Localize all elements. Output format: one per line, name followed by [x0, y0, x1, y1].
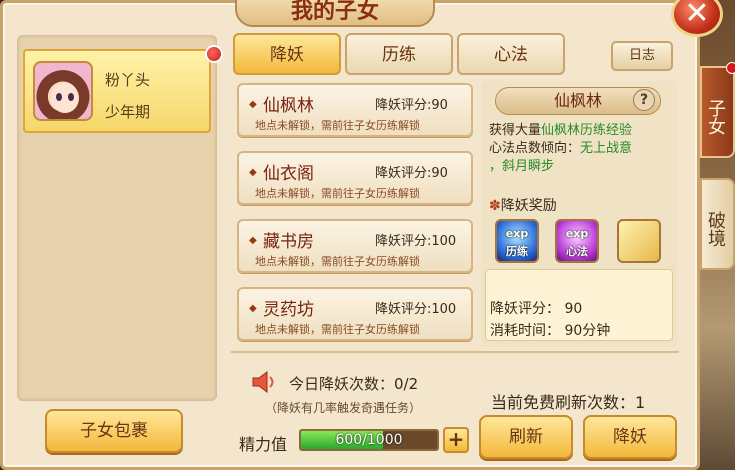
- tab-training[interactable]: 历练: [345, 33, 453, 75]
- desc-prefix: 获得大量: [489, 123, 542, 138]
- detail-stats: 降妖评分： 90 消耗时间： 90分钟: [485, 269, 673, 341]
- diamond-icon: ◆: [249, 235, 257, 246]
- location-detail: 仙枫林 ? 获得大量仙枫林历练经验 心法点数倾向：无上战意 ，斜月瞬步 ✽降妖奖…: [481, 81, 677, 347]
- reward-heading: ✽降妖奖励: [489, 195, 557, 215]
- diamond-icon: ◆: [249, 167, 257, 178]
- child-name: 粉丫头: [105, 71, 151, 89]
- avatar-eye-icon: [68, 93, 74, 101]
- notification-dot-icon: [726, 62, 735, 74]
- reward-label: 历练: [506, 245, 528, 258]
- location-name: 灵药坊: [263, 300, 314, 320]
- detail-description: 获得大量仙枫林历练经验: [489, 119, 632, 138]
- avatar-eye-icon: [56, 93, 62, 101]
- diamond-icon: ◆: [249, 303, 257, 314]
- avatar: [33, 61, 93, 121]
- notification-dot-icon: [205, 45, 223, 63]
- reward-exp-label: exp: [505, 227, 529, 240]
- diamond-icon: ◆: [249, 99, 257, 110]
- location-hint: 地点未解锁，需前往子女历练解锁: [255, 119, 420, 132]
- free-refresh-count: 当前免费刷新次数：1: [491, 393, 646, 412]
- reward-puzzle-piece-icon[interactable]: [617, 219, 661, 263]
- detail-tendency: 心法点数倾向：无上战意: [489, 137, 632, 156]
- log-button[interactable]: 日志: [611, 41, 673, 71]
- energy-label: 精力值: [239, 435, 288, 454]
- location-item[interactable]: ◆ 藏书房 降妖评分:100 地点未解锁，需前往子女历练解锁: [237, 219, 473, 273]
- time-cost: 消耗时间： 90分钟: [490, 323, 611, 339]
- tab-subdue[interactable]: 降妖: [233, 33, 341, 75]
- refresh-button[interactable]: 刷新: [479, 415, 573, 459]
- location-hint: 地点未解锁，需前往子女历练解锁: [255, 323, 420, 336]
- reward-exp-label: exp: [565, 227, 589, 240]
- tab-mental-method[interactable]: 心法: [457, 33, 565, 75]
- tendency-prefix: 心法点数倾向：: [489, 141, 581, 156]
- add-energy-button[interactable]: +: [443, 427, 469, 453]
- reward-training-exp-icon[interactable]: exp 历练: [495, 219, 539, 263]
- tendency-continued: ，斜月瞬步: [489, 159, 555, 174]
- location-name: 藏书房: [263, 232, 314, 252]
- reward-mental-exp-icon[interactable]: exp 心法: [555, 219, 599, 263]
- tendency-highlight: 无上战意: [580, 141, 633, 156]
- daily-note: （降妖有几率触发奇遇任务）: [265, 401, 422, 415]
- location-score: 降妖评分:90: [375, 166, 448, 181]
- location-item[interactable]: ◆ 仙枫林 降妖评分:90 地点未解锁，需前往子女历练解锁: [237, 83, 473, 137]
- energy-value: 600/1000: [335, 432, 403, 448]
- location-name: 仙衣阁: [263, 164, 314, 184]
- child-bag-button[interactable]: 子女包裹: [45, 409, 183, 453]
- child-stage: 少年期: [105, 103, 151, 121]
- divider: [231, 351, 679, 353]
- help-icon[interactable]: ?: [633, 89, 655, 111]
- location-hint: 地点未解锁，需前往子女历练解锁: [255, 255, 420, 268]
- location-item[interactable]: ◆ 灵药坊 降妖评分:100 地点未解锁，需前往子女历练解锁: [237, 287, 473, 341]
- energy-bar: 600/1000: [299, 429, 439, 451]
- child-list: 粉丫头 少年期: [17, 35, 223, 401]
- location-score: 降妖评分:100: [375, 302, 457, 317]
- speaker-icon: [252, 371, 274, 393]
- flower-icon: ✽: [489, 198, 501, 214]
- location-item[interactable]: ◆ 仙衣阁 降妖评分:90 地点未解锁，需前往子女历练解锁: [237, 151, 473, 205]
- desc-highlight: 仙枫林历练经验: [541, 123, 633, 138]
- location-score: 降妖评分:100: [375, 234, 457, 249]
- page-title: 我的子女: [235, 0, 435, 27]
- subdue-button[interactable]: 降妖: [583, 415, 677, 459]
- side-tab-breakthrough[interactable]: 破境: [700, 178, 735, 270]
- subdue-score: 降妖评分： 90: [490, 301, 583, 317]
- location-name: 仙枫林: [263, 96, 314, 116]
- main-panel: 我的子女 ✕ 粉丫头 少年期 子女包裹 降妖 历练 心法 日志 ◆ 仙枫林 降妖…: [0, 0, 723, 470]
- side-tab-children[interactable]: 子女: [700, 66, 735, 158]
- reward-heading-label: 降妖奖励: [500, 198, 557, 214]
- location-score: 降妖评分:90: [375, 98, 448, 113]
- daily-subdue-count: 今日降妖次数：0/2: [289, 375, 419, 393]
- child-card[interactable]: 粉丫头 少年期: [23, 45, 223, 133]
- location-hint: 地点未解锁，需前往子女历练解锁: [255, 187, 420, 200]
- reward-label: 心法: [566, 245, 588, 258]
